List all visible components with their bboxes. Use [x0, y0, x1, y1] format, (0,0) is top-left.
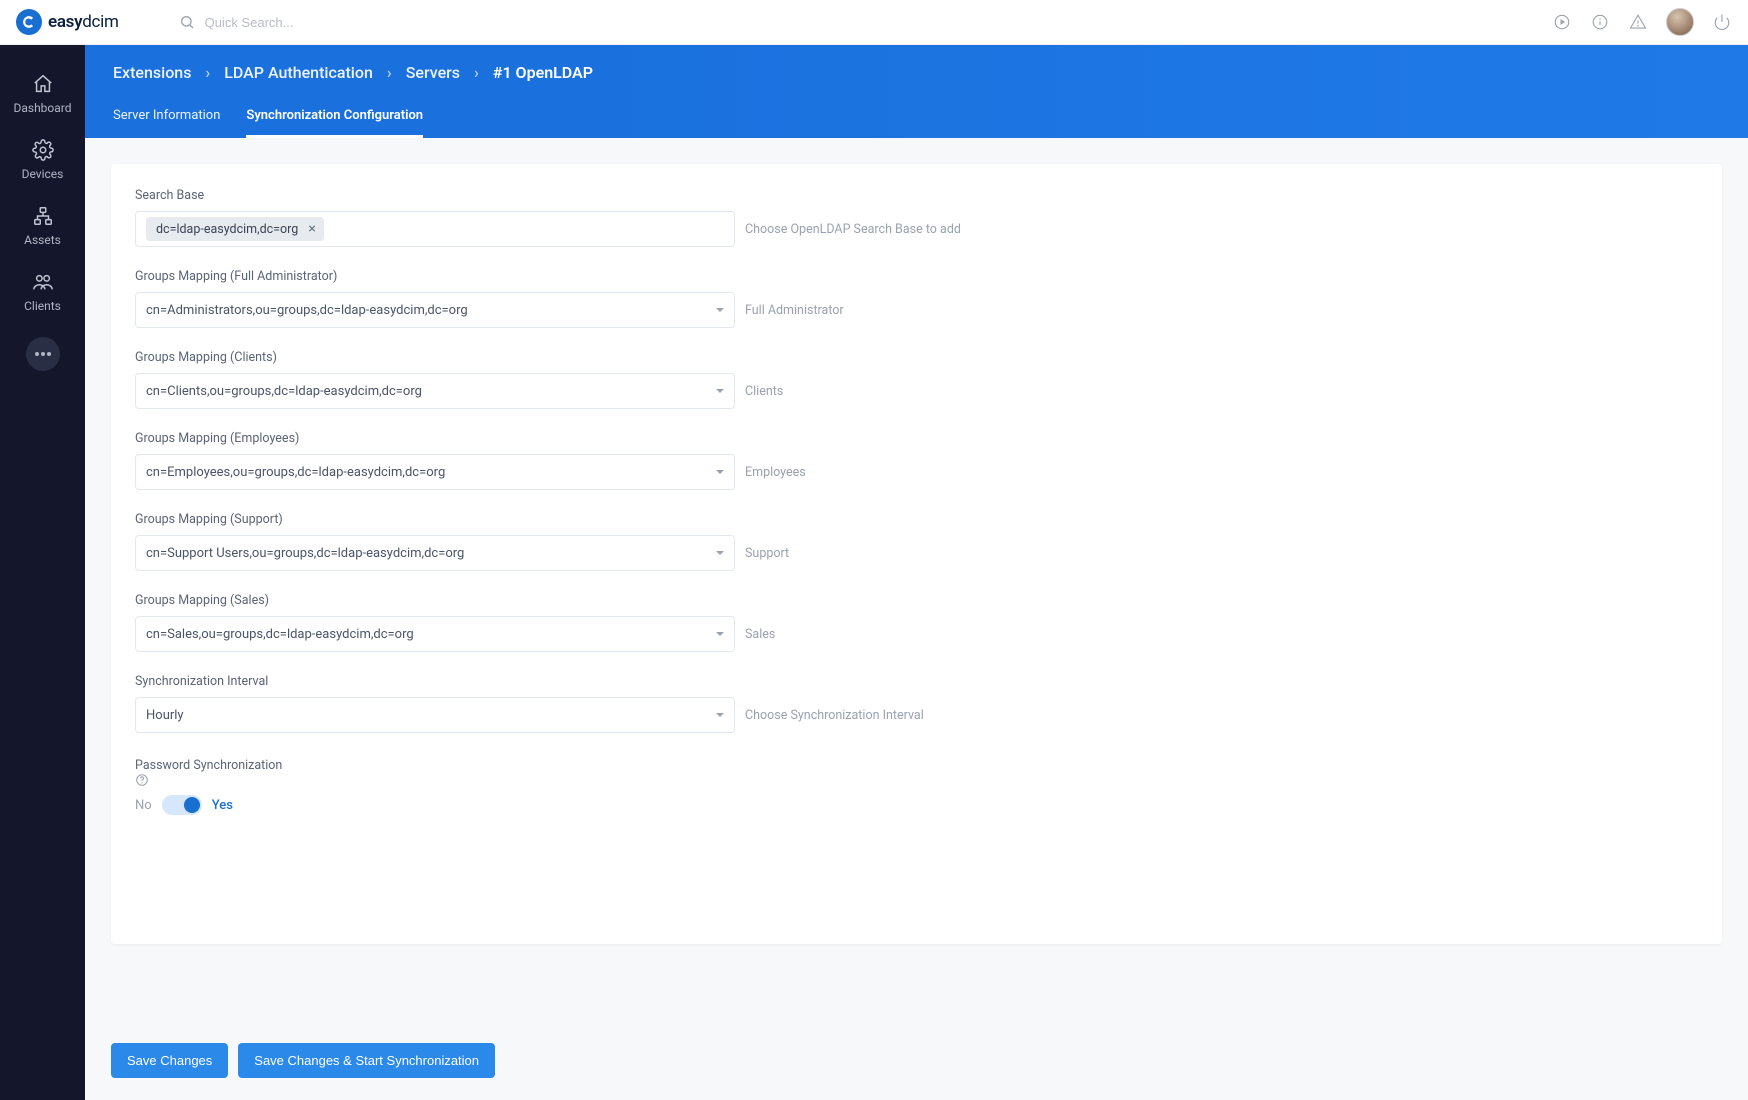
chevron-down-icon: [716, 389, 724, 393]
sidebar: Dashboard Devices Assets Clients: [0, 45, 85, 1100]
row-sync-interval: Synchronization Interval Hourly Choose S…: [135, 674, 1698, 733]
sidebar-item-label: Dashboard: [13, 101, 71, 115]
gear-icon: [32, 139, 54, 161]
network-icon: [32, 205, 54, 227]
groups-mapping-value: cn=Sales,ou=groups,dc=ldap-easydcim,dc=o…: [146, 627, 414, 642]
sidebar-item-assets[interactable]: Assets: [0, 195, 85, 261]
logo-text-a: easy: [48, 12, 82, 32]
label-groups-mapping: Groups Mapping (Full Administrator): [135, 269, 1698, 284]
topbar-right: [1552, 8, 1732, 36]
search-input[interactable]: [205, 15, 505, 30]
sidebar-item-label: Clients: [24, 299, 61, 313]
groups-mapping-select[interactable]: cn=Clients,ou=groups,dc=ldap-easydcim,dc…: [135, 373, 735, 409]
search-icon: [179, 14, 195, 30]
label-groups-mapping: Groups Mapping (Support): [135, 512, 1698, 527]
help-groups-mapping: Employees: [745, 465, 806, 480]
label-groups-mapping: Groups Mapping (Clients): [135, 350, 1698, 365]
help-groups-mapping: Sales: [745, 627, 775, 642]
toggle-no-label: No: [135, 798, 152, 813]
help-groups-mapping: Support: [745, 546, 789, 561]
footer-actions: Save Changes Save Changes & Start Synchr…: [85, 1029, 1748, 1100]
groups-mapping-value: cn=Administrators,ou=groups,dc=ldap-easy…: [146, 303, 468, 318]
power-icon[interactable]: [1712, 12, 1732, 32]
save-button[interactable]: Save Changes: [111, 1043, 228, 1078]
help-groups-mapping: Full Administrator: [745, 303, 844, 318]
groups-mapping-select[interactable]: cn=Sales,ou=groups,dc=ldap-easydcim,dc=o…: [135, 616, 735, 652]
chevron-down-icon: [716, 551, 724, 555]
row-groups-mapping: Groups Mapping (Employees) cn=Employees,…: [135, 431, 1698, 490]
label-search-base: Search Base: [135, 188, 1698, 203]
sidebar-item-label: Devices: [22, 167, 64, 181]
groups-mapping-select[interactable]: cn=Employees,ou=groups,dc=ldap-easydcim,…: [135, 454, 735, 490]
search-wrap: [179, 14, 505, 30]
save-start-sync-button[interactable]: Save Changes & Start Synchronization: [238, 1043, 495, 1078]
groups-mapping-select[interactable]: cn=Support Users,ou=groups,dc=ldap-easyd…: [135, 535, 735, 571]
logo-text-b: dcim: [82, 12, 118, 32]
content: Search Base dc=ldap-easydcim,dc=org × Ch…: [85, 138, 1748, 1029]
chevron-right-icon: ›: [387, 63, 392, 82]
groups-mapping-value: cn=Employees,ou=groups,dc=ldap-easydcim,…: [146, 465, 445, 480]
avatar[interactable]: [1666, 8, 1694, 36]
topbar: easydcim: [0, 0, 1748, 45]
row-groups-mapping: Groups Mapping (Sales) cn=Sales,ou=group…: [135, 593, 1698, 652]
label-groups-mapping: Groups Mapping (Employees): [135, 431, 1698, 446]
breadcrumb-servers[interactable]: Servers: [406, 63, 460, 82]
row-groups-mapping: Groups Mapping (Support) cn=Support User…: [135, 512, 1698, 571]
sidebar-more-button[interactable]: [26, 337, 60, 371]
help-sync-interval: Choose Synchronization Interval: [745, 708, 924, 723]
chevron-right-icon: ›: [205, 63, 210, 82]
sidebar-item-devices[interactable]: Devices: [0, 129, 85, 195]
alert-icon[interactable]: [1628, 12, 1648, 32]
toggle-yes-label: Yes: [212, 798, 233, 813]
chip-remove-icon[interactable]: ×: [308, 221, 315, 237]
chevron-down-icon: [716, 308, 724, 312]
breadcrumb-current: #1 OpenLDAP: [493, 63, 593, 82]
row-groups-mapping: Groups Mapping (Full Administrator) cn=A…: [135, 269, 1698, 328]
tabs: Server Information Synchronization Confi…: [85, 98, 1748, 138]
groups-mapping-value: cn=Clients,ou=groups,dc=ldap-easydcim,dc…: [146, 384, 422, 399]
chevron-down-icon: [716, 470, 724, 474]
label-password-sync: Password Synchronization: [135, 758, 1698, 787]
sidebar-item-label: Assets: [24, 233, 61, 247]
groups-mapping-value: cn=Support Users,ou=groups,dc=ldap-easyd…: [146, 546, 464, 561]
form-card: Search Base dc=ldap-easydcim,dc=org × Ch…: [111, 164, 1722, 944]
chevron-down-icon: [716, 713, 724, 717]
row-groups-mapping: Groups Mapping (Clients) cn=Clients,ou=g…: [135, 350, 1698, 409]
tab-server-information[interactable]: Server Information: [113, 98, 220, 138]
password-sync-toggle[interactable]: [162, 795, 202, 815]
groups-mapping-select[interactable]: cn=Administrators,ou=groups,dc=ldap-easy…: [135, 292, 735, 328]
help-icon[interactable]: [135, 773, 1698, 787]
sidebar-item-clients[interactable]: Clients: [0, 261, 85, 327]
search-base-chip: dc=ldap-easydcim,dc=org ×: [146, 217, 324, 241]
tab-sync-config[interactable]: Synchronization Configuration: [246, 98, 423, 138]
logo-mark: [16, 9, 42, 35]
label-sync-interval: Synchronization Interval: [135, 674, 1698, 689]
main: Extensions › LDAP Authentication › Serve…: [85, 45, 1748, 1100]
logo-text: easydcim: [48, 12, 119, 32]
users-icon: [32, 271, 54, 293]
home-icon: [32, 73, 54, 95]
info-icon[interactable]: [1590, 12, 1610, 32]
chevron-down-icon: [716, 632, 724, 636]
play-icon[interactable]: [1552, 12, 1572, 32]
search-base-input[interactable]: dc=ldap-easydcim,dc=org ×: [135, 211, 735, 247]
label-password-sync-text: Password Synchronization: [135, 758, 282, 773]
help-groups-mapping: Clients: [745, 384, 783, 399]
sync-interval-select[interactable]: Hourly: [135, 697, 735, 733]
sidebar-item-dashboard[interactable]: Dashboard: [0, 63, 85, 129]
breadcrumb: Extensions › LDAP Authentication › Serve…: [85, 45, 1748, 98]
help-search-base: Choose OpenLDAP Search Base to add: [745, 222, 961, 237]
sync-interval-value: Hourly: [146, 708, 184, 723]
breadcrumb-extensions[interactable]: Extensions: [113, 63, 191, 82]
row-password-sync: Password Synchronization No Yes: [135, 758, 1698, 815]
chevron-right-icon: ›: [474, 63, 479, 82]
logo[interactable]: easydcim: [16, 9, 119, 35]
chip-text: dc=ldap-easydcim,dc=org: [156, 222, 298, 237]
row-search-base: Search Base dc=ldap-easydcim,dc=org × Ch…: [135, 188, 1698, 247]
page-header: Extensions › LDAP Authentication › Serve…: [85, 45, 1748, 138]
breadcrumb-ldap-auth[interactable]: LDAP Authentication: [224, 63, 373, 82]
label-groups-mapping: Groups Mapping (Sales): [135, 593, 1698, 608]
